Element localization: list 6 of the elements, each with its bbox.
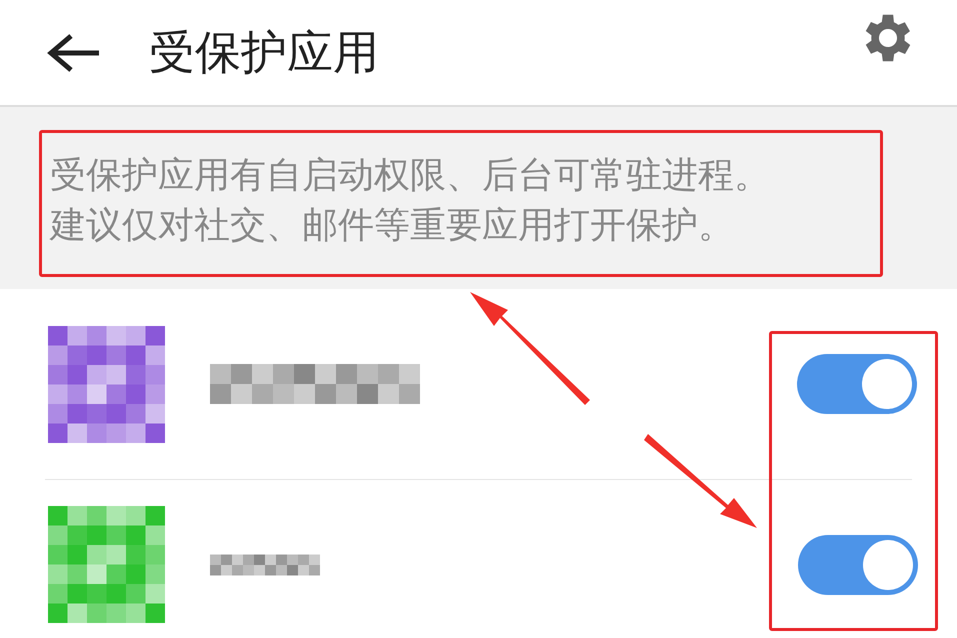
notice-text: 建议仅对社交、邮件等重要应用打开保护。 (50, 204, 735, 248)
back-icon[interactable] (45, 32, 101, 72)
pixelated-app-icon (48, 326, 165, 442)
page-title: 受保护应用 (149, 24, 380, 80)
notice-text: 受保护应用有自启动权限、后台可常驻进程。 (50, 154, 771, 198)
pixelated-app-icon (48, 506, 165, 623)
